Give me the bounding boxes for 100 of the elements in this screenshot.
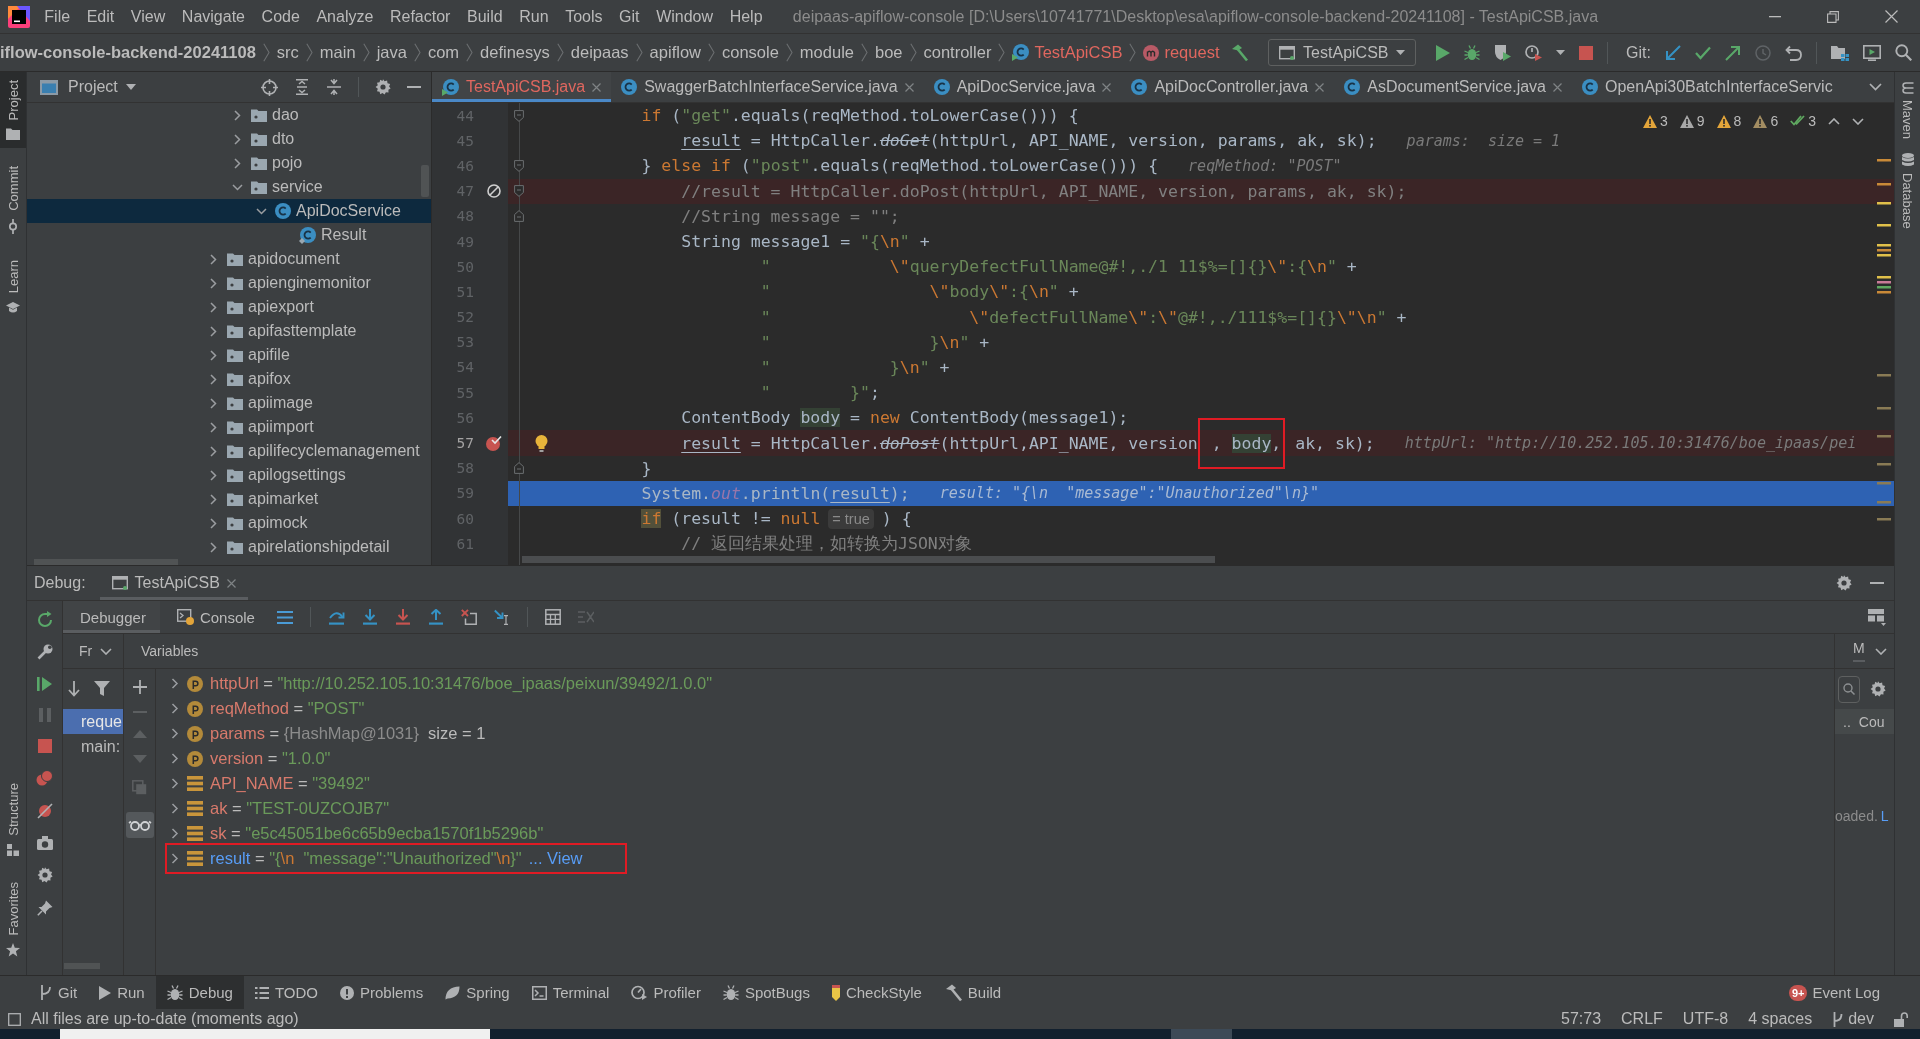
check-circle-icon[interactable] <box>486 435 502 452</box>
caret-down-icon[interactable] <box>1556 50 1566 55</box>
editor-tab[interactable]: TestApiCSB.java <box>432 72 612 102</box>
tool-window-button[interactable]: CheckStyle <box>820 976 933 1009</box>
close-icon[interactable] <box>226 578 236 588</box>
tool-window-button[interactable]: SpotBugs <box>711 976 821 1009</box>
inspection-counter[interactable]: 8 <box>1716 113 1742 129</box>
chevron-right-icon[interactable] <box>170 828 180 839</box>
chevron-down-icon[interactable] <box>1852 117 1864 125</box>
breadcrumb-item[interactable]: java <box>376 43 407 62</box>
close-icon[interactable] <box>1884 10 1898 23</box>
tree-item[interactable]: apirelationshipdetail <box>208 535 390 559</box>
breadcrumb-item[interactable]: iflow-console-backend-20241108 <box>0 43 256 62</box>
stop-icon[interactable] <box>37 739 52 753</box>
arrow-up-bar-icon[interactable] <box>427 609 444 625</box>
chevron-down-icon[interactable] <box>256 205 267 217</box>
tool-window-button[interactable]: Favorites <box>0 873 26 965</box>
tool-window-button[interactable]: Spring <box>434 976 521 1009</box>
lines-icon[interactable] <box>276 610 293 624</box>
search-icon[interactable] <box>1895 44 1912 61</box>
gauge-icon[interactable] <box>1525 44 1543 61</box>
chevron-right-icon[interactable] <box>208 397 219 409</box>
tree-item[interactable]: apifasttemplate <box>208 319 357 343</box>
chevron-right-icon[interactable] <box>170 703 180 714</box>
bar-play-icon[interactable] <box>37 677 52 691</box>
debug-tab[interactable]: Debugger <box>63 601 160 633</box>
arrow-down-icon[interactable] <box>68 681 80 697</box>
chevron-right-icon[interactable] <box>208 445 219 457</box>
crosshair-icon[interactable] <box>261 78 278 96</box>
tree-item[interactable]: Result <box>280 223 367 247</box>
line-separator[interactable]: CRLF <box>1621 1010 1663 1028</box>
error-stripe[interactable] <box>1877 159 1891 521</box>
chevron-right-icon[interactable] <box>170 778 180 789</box>
overlapping-circles-icon[interactable] <box>36 770 53 786</box>
bug-icon[interactable] <box>166 984 183 1001</box>
restore-icon[interactable] <box>1827 10 1839 23</box>
settings-icon[interactable] <box>36 867 53 883</box>
expand-all-icon[interactable] <box>294 79 310 95</box>
chevron-right-icon[interactable] <box>208 373 219 385</box>
breadcrumb-item[interactable]: boe <box>875 43 903 62</box>
breadcrumb-item[interactable]: module <box>799 43 854 62</box>
breadcrumb-item[interactable]: src <box>276 43 299 62</box>
close-icon[interactable] <box>1102 82 1112 92</box>
caret-down-icon[interactable] <box>125 84 136 90</box>
menu-item[interactable]: File <box>36 7 79 26</box>
menu-item[interactable]: Window <box>647 7 722 26</box>
tree-item[interactable]: apimarket <box>208 487 319 511</box>
chevron-right-icon[interactable] <box>232 157 243 169</box>
variable-entry[interactable]: sk = "e5c45051be6c65b9ecba1570f1b5296b" <box>210 824 544 843</box>
close-icon[interactable] <box>1315 82 1325 92</box>
menu-item[interactable]: Build <box>458 7 511 26</box>
branch-widget[interactable]: dev <box>1832 1010 1874 1028</box>
checkmark-icon[interactable] <box>1695 45 1711 60</box>
horizontal-scrollbar[interactable] <box>64 963 100 969</box>
close-icon[interactable] <box>1553 82 1562 92</box>
chevron-right-icon[interactable] <box>208 253 219 265</box>
tool-window-button[interactable]: Build <box>932 976 1013 1009</box>
breadcrumb-item[interactable]: TestApiCSB <box>1012 43 1123 62</box>
tool-window-button[interactable]: Commit <box>0 158 26 243</box>
variable-entry[interactable]: API_NAME = "39492" <box>210 774 370 793</box>
chevron-right-icon[interactable] <box>208 325 219 337</box>
chevron-right-icon[interactable] <box>208 517 219 529</box>
chevron-down-icon[interactable] <box>232 181 243 193</box>
variable-entry[interactable]: reqMethod = "POST" <box>210 699 365 718</box>
stack-frame[interactable]: reque <box>63 709 123 734</box>
close-icon[interactable] <box>592 82 602 92</box>
inspection-counter[interactable]: 9 <box>1679 113 1705 129</box>
horizontal-scrollbar[interactable] <box>34 559 178 565</box>
pin-icon[interactable] <box>36 900 53 916</box>
tree-item[interactable]: dto <box>232 127 295 151</box>
settings-icon[interactable] <box>1870 681 1886 697</box>
chevron-right-icon[interactable] <box>170 678 180 689</box>
tool-window-button[interactable]: Debug <box>155 976 244 1009</box>
chevron-right-icon[interactable] <box>208 421 219 433</box>
chevron-right-icon[interactable] <box>208 301 219 313</box>
event-log-button[interactable]: 9+ Event Log <box>1788 976 1880 1009</box>
breadcrumb-item[interactable]: controller <box>923 43 992 62</box>
tree-item[interactable]: apiimport <box>208 415 314 439</box>
square-icon[interactable] <box>8 1012 21 1026</box>
editor-tab[interactable]: ApiDocService.java <box>923 72 1122 102</box>
plus-icon[interactable] <box>132 680 147 694</box>
tool-window-button[interactable]: Structure <box>0 774 26 864</box>
inspection-counter[interactable]: 6 <box>1753 113 1779 129</box>
slashed-circle-icon[interactable] <box>36 803 53 819</box>
tree-item[interactable]: apimock <box>208 511 308 535</box>
chevron-right-icon[interactable] <box>208 349 219 361</box>
variable-entry[interactable]: version = "1.0.0" <box>210 749 331 768</box>
tree-item[interactable]: apilogsettings <box>208 463 346 487</box>
file-encoding[interactable]: UTF-8 <box>1682 1010 1729 1028</box>
menu-item[interactable]: Analyze <box>308 7 382 26</box>
hammer-icon[interactable] <box>1230 43 1249 62</box>
variable-entry[interactable]: result = "{\n "message":"Unauthorized"\n}" <box>210 849 522 868</box>
wrench-icon[interactable] <box>36 644 53 660</box>
breadcrumb-item[interactable]: console <box>722 43 779 62</box>
tree-item[interactable]: apifox <box>208 367 291 391</box>
chevron-right-icon[interactable] <box>170 853 180 864</box>
caret-position[interactable]: 57:73 <box>1561 1010 1602 1028</box>
menu-item[interactable]: Tools <box>556 7 611 26</box>
undo-arrow-icon[interactable] <box>1785 44 1802 61</box>
inspection-counter[interactable]: 3 <box>1790 113 1816 129</box>
